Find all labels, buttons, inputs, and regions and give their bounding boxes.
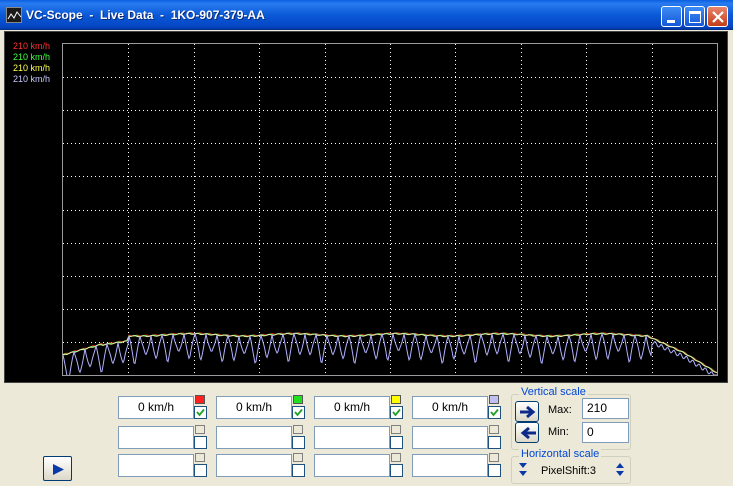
channel-4-checkbox[interactable] bbox=[488, 406, 501, 419]
channel-4-slot-3-checkbox[interactable] bbox=[488, 464, 501, 477]
title-bar[interactable]: VC-Scope - Live Data - 1KO-907-379-AA bbox=[0, 0, 733, 30]
channel-2-checkbox[interactable] bbox=[292, 406, 305, 419]
channel-4-slot-2-color[interactable] bbox=[489, 425, 499, 434]
channel-3-color[interactable] bbox=[391, 395, 401, 404]
horizontal-scale-label: Horizontal scale bbox=[519, 448, 602, 460]
channel-2-slot-3-checkbox[interactable] bbox=[292, 464, 305, 477]
channel-1-slot-3-checkbox[interactable] bbox=[194, 464, 207, 477]
horizontal-spin-left[interactable] bbox=[517, 461, 529, 481]
channel-1-slot-3-color[interactable] bbox=[195, 453, 205, 462]
channel-1-checkbox[interactable] bbox=[194, 406, 207, 419]
channel-4-slot-2-checkbox[interactable] bbox=[488, 436, 501, 449]
legend-channel-3: 210 km/h bbox=[13, 63, 51, 73]
scale-up-button[interactable] bbox=[515, 401, 539, 422]
channel-1-slot-2 bbox=[118, 426, 194, 449]
channel-4-slot-3-color[interactable] bbox=[489, 453, 499, 462]
legend-channel-4: 210 km/h bbox=[13, 74, 51, 84]
pixelshift-value: PixelShift:3 bbox=[541, 465, 597, 477]
channel-4-color[interactable] bbox=[489, 395, 499, 404]
channel-2-color[interactable] bbox=[293, 395, 303, 404]
close-button[interactable] bbox=[707, 6, 728, 27]
play-button[interactable] bbox=[43, 456, 72, 481]
channel-4-slot-3 bbox=[412, 454, 488, 477]
channel-3-slot-2-checkbox[interactable] bbox=[390, 436, 403, 449]
vertical-scale-label: Vertical scale bbox=[519, 386, 588, 398]
channel-1-slot-3 bbox=[118, 454, 194, 477]
minimize-button[interactable] bbox=[661, 6, 682, 27]
scope-plot-area bbox=[62, 43, 718, 376]
channel-3-value: 0 km/h bbox=[314, 396, 390, 419]
max-label: Max: bbox=[548, 404, 572, 416]
legend-channel-1: 210 km/h bbox=[13, 41, 51, 51]
channel-1-value: 0 km/h bbox=[118, 396, 194, 419]
legend-channel-2: 210 km/h bbox=[13, 52, 51, 62]
channel-3-slot-3 bbox=[314, 454, 390, 477]
scope-display: 210 km/h 210 km/h 210 km/h 210 km/h bbox=[4, 31, 728, 383]
scale-down-button[interactable] bbox=[515, 422, 539, 443]
control-panel: 0 km/h 0 km/h 0 km/h 0 km/h Vertical sca… bbox=[0, 386, 733, 486]
channel-4-slot-2 bbox=[412, 426, 488, 449]
horizontal-spin-right[interactable] bbox=[614, 461, 626, 481]
channel-1-slot-2-color[interactable] bbox=[195, 425, 205, 434]
channel-1-slot-2-checkbox[interactable] bbox=[194, 436, 207, 449]
channel-2-slot-2-checkbox[interactable] bbox=[292, 436, 305, 449]
channel-2-slot-2 bbox=[216, 426, 292, 449]
channel-2-value: 0 km/h bbox=[216, 396, 292, 419]
app-icon bbox=[6, 7, 22, 23]
maximize-button[interactable] bbox=[684, 6, 705, 27]
channel-3-slot-3-color[interactable] bbox=[391, 453, 401, 462]
channel-3-checkbox[interactable] bbox=[390, 406, 403, 419]
scope-legend: 210 km/h 210 km/h 210 km/h 210 km/h bbox=[13, 41, 50, 85]
channel-2-slot-2-color[interactable] bbox=[293, 425, 303, 434]
min-input[interactable]: 0 bbox=[582, 422, 629, 443]
min-label: Min: bbox=[548, 426, 569, 438]
channel-3-slot-2-color[interactable] bbox=[391, 425, 401, 434]
window-title: VC-Scope - Live Data - 1KO-907-379-AA bbox=[26, 8, 265, 22]
channel-2-slot-3-color[interactable] bbox=[293, 453, 303, 462]
scope-traces bbox=[63, 44, 717, 375]
channel-3-slot-3-checkbox[interactable] bbox=[390, 464, 403, 477]
max-input[interactable]: 210 bbox=[582, 398, 629, 419]
channel-1-color[interactable] bbox=[195, 395, 205, 404]
channel-4-value: 0 km/h bbox=[412, 396, 488, 419]
channel-3-slot-2 bbox=[314, 426, 390, 449]
channel-2-slot-3 bbox=[216, 454, 292, 477]
